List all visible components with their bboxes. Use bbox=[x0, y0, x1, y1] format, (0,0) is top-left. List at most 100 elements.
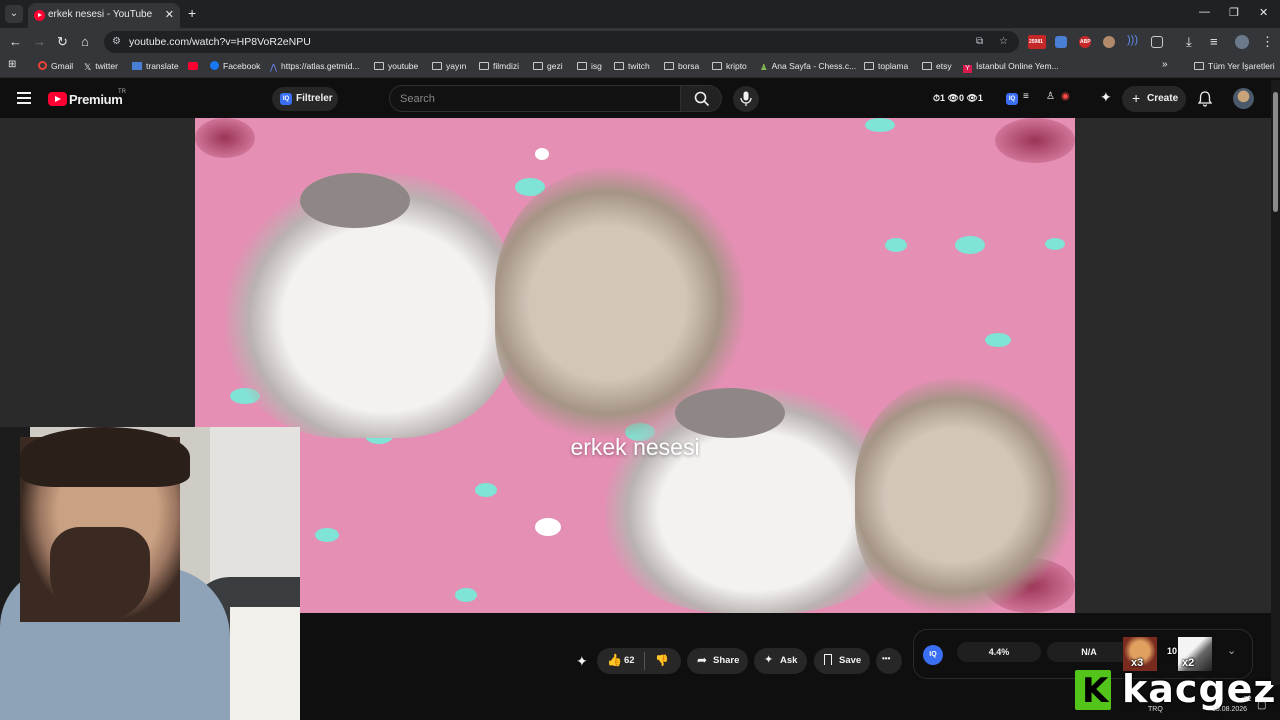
bookmark-folder-borsa[interactable]: borsa bbox=[664, 61, 699, 71]
bookmark-label: borsa bbox=[678, 61, 700, 71]
dislike-button[interactable]: 👎 bbox=[655, 654, 669, 667]
folder-icon bbox=[922, 62, 932, 70]
page-scrollbar[interactable] bbox=[1271, 80, 1280, 685]
restore-icon[interactable]: ❐ bbox=[1229, 6, 1239, 19]
search-input[interactable]: Search bbox=[389, 85, 681, 112]
hamburger-menu-icon[interactable] bbox=[17, 92, 31, 104]
sparkle-decoration bbox=[475, 483, 497, 497]
panel-expand-chevron-icon[interactable]: ⌄ bbox=[1227, 644, 1236, 657]
extension-badge-icon[interactable]: 25981 bbox=[1028, 35, 1046, 49]
youtube-premium-logo-text[interactable]: Premium bbox=[69, 92, 123, 107]
user-avatar[interactable] bbox=[1233, 88, 1254, 109]
sparkle-decoration bbox=[985, 333, 1011, 347]
create-button[interactable]: + Create bbox=[1122, 86, 1186, 112]
save-button[interactable]: Save bbox=[814, 648, 870, 674]
bookmark-folder-yayin[interactable]: yayın bbox=[432, 61, 466, 71]
iq-panel-badge[interactable]: IQ bbox=[923, 645, 943, 665]
notifications-bell-icon[interactable] bbox=[1198, 91, 1212, 107]
window-close-icon[interactable]: ✕ bbox=[1259, 6, 1268, 19]
bookmark-label: İstanbul Online Yem... bbox=[976, 61, 1059, 71]
beige-kitten-figure bbox=[855, 378, 1075, 613]
audio-extension-icon[interactable]: ))) bbox=[1127, 34, 1139, 46]
bookmark-folder-etsy[interactable]: etsy bbox=[922, 61, 952, 71]
url-text: youtube.com/watch?v=HP8VoR2eNPU bbox=[129, 36, 311, 48]
bookmark-chess[interactable]: ♟ Ana Sayfa - Chess.c... bbox=[760, 61, 856, 73]
site-info-icon[interactable]: ⚙ bbox=[112, 36, 121, 47]
bookmark-yemeksepeti[interactable]: Y İstanbul Online Yem... bbox=[963, 61, 1059, 73]
folder-icon bbox=[479, 62, 489, 70]
bookmark-folder-filmdizi[interactable]: filmdizi bbox=[479, 61, 519, 71]
reload-icon[interactable]: ↻ bbox=[57, 34, 68, 50]
ranking-icon[interactable]: ♙ bbox=[1046, 91, 1055, 102]
search-placeholder: Search bbox=[400, 93, 435, 105]
apps-grid-icon[interactable]: ⊞ bbox=[8, 59, 16, 70]
search-button[interactable] bbox=[681, 85, 722, 112]
queue-list-icon[interactable]: ≡ bbox=[1023, 91, 1029, 102]
bookmark-folder-toplama[interactable]: toplama bbox=[864, 61, 908, 71]
translate-extension-icon[interactable] bbox=[1055, 36, 1067, 48]
bookmark-youtube[interactable] bbox=[188, 61, 202, 71]
voice-search-button[interactable] bbox=[733, 86, 759, 112]
bookmark-folder-youtube[interactable]: youtube bbox=[374, 61, 418, 71]
reaction-thumbnail-1[interactable]: x3 bbox=[1123, 637, 1157, 671]
address-bar[interactable]: ⚙ youtube.com/watch?v=HP8VoR2eNPU ⧉ ☆ bbox=[104, 31, 1019, 53]
media-control-icon[interactable]: ≡ bbox=[1210, 34, 1218, 49]
ask-button[interactable]: ✦ Ask bbox=[754, 648, 807, 674]
youtube-logo-icon[interactable] bbox=[48, 92, 67, 106]
share-button[interactable]: ➦ Share bbox=[687, 648, 748, 674]
filters-button[interactable]: IQ Filtreler bbox=[272, 87, 338, 111]
ask-sparkle-icon: ✦ bbox=[764, 654, 774, 666]
bookmark-label: youtube bbox=[388, 61, 419, 71]
bookmark-label: Gmail bbox=[51, 61, 74, 71]
new-tab-icon[interactable]: + bbox=[188, 5, 196, 21]
bookmarks-overflow-icon[interactable]: » bbox=[1162, 59, 1168, 70]
active-tab[interactable]: erkek nesesi - YouTube ✕ bbox=[28, 3, 180, 28]
extensions-puzzle-icon[interactable] bbox=[1151, 36, 1163, 48]
x-icon: 𝕏 bbox=[84, 62, 92, 72]
forward-icon[interactable]: → bbox=[33, 34, 46, 49]
folder-icon bbox=[664, 62, 674, 70]
notification-center-icon[interactable]: ▢ bbox=[1257, 700, 1266, 711]
adblock-extension-label: ABP bbox=[1080, 39, 1091, 45]
iq-metric-na: N/A bbox=[1047, 642, 1131, 662]
minimize-icon[interactable]: — bbox=[1199, 6, 1210, 18]
live-alert-icon[interactable]: ◉ bbox=[1061, 91, 1070, 102]
tampermonkey-extension-icon[interactable] bbox=[1103, 36, 1115, 48]
install-icon[interactable]: ⧉ bbox=[976, 36, 983, 47]
tray-language[interactable]: TRQ bbox=[1148, 706, 1163, 713]
download-icon[interactable]: ⤓ bbox=[1186, 34, 1192, 50]
iq-extension-icon[interactable]: IQ bbox=[1006, 93, 1018, 105]
scrollbar-thumb[interactable] bbox=[1273, 92, 1278, 212]
back-icon[interactable]: ← bbox=[9, 34, 22, 49]
facebook-icon bbox=[210, 61, 219, 70]
browser-menu-icon[interactable]: ⋮ bbox=[1261, 34, 1274, 50]
bookmark-translate[interactable]: translate bbox=[132, 61, 179, 71]
profile-avatar-icon[interactable] bbox=[1235, 35, 1249, 49]
browser-tab-bar: ⌄ erkek nesesi - YouTube ✕ + — ❐ ✕ bbox=[0, 0, 1280, 28]
adblock-extension-icon[interactable]: ABP bbox=[1079, 36, 1091, 48]
flower-decoration bbox=[195, 118, 255, 158]
tab-close-icon[interactable]: ✕ bbox=[165, 8, 174, 21]
video-player[interactable]: erkek nesesi bbox=[195, 118, 1075, 613]
bookmark-gmail[interactable]: Gmail bbox=[38, 61, 73, 71]
bookmark-folder-isg[interactable]: isg bbox=[577, 61, 602, 71]
bookmark-folder-gezi[interactable]: gezi bbox=[533, 61, 563, 71]
reaction-thumbnail-2[interactable]: x2 bbox=[1178, 637, 1212, 671]
all-bookmarks-folder[interactable]: Tüm Yer İşaretleri bbox=[1194, 61, 1275, 71]
folder-icon bbox=[577, 62, 587, 70]
gemini-sparkle-icon[interactable]: ✦ bbox=[1100, 89, 1112, 106]
bookmark-facebook[interactable]: Facebook bbox=[210, 61, 260, 71]
like-button[interactable]: 👍 bbox=[607, 653, 622, 667]
bookmark-atlas[interactable]: ⋀ https://atlas.getmid... bbox=[270, 61, 359, 73]
bookmark-folder-kripto[interactable]: kripto bbox=[712, 61, 747, 71]
bookmark-twitter[interactable]: 𝕏twitter bbox=[84, 61, 118, 73]
bookmark-label: https://atlas.getmid... bbox=[280, 61, 360, 71]
ai-sparkle-icon[interactable]: ✦ bbox=[576, 653, 588, 670]
more-actions-button[interactable]: ••• bbox=[876, 648, 902, 674]
sparkle-decoration bbox=[1045, 238, 1065, 250]
tab-search-button[interactable]: ⌄ bbox=[5, 5, 23, 23]
country-code: TR bbox=[118, 89, 126, 95]
bookmark-folder-twitch[interactable]: twitch bbox=[614, 61, 650, 71]
bookmark-star-icon[interactable]: ☆ bbox=[999, 36, 1008, 47]
home-icon[interactable]: ⌂ bbox=[81, 34, 89, 49]
